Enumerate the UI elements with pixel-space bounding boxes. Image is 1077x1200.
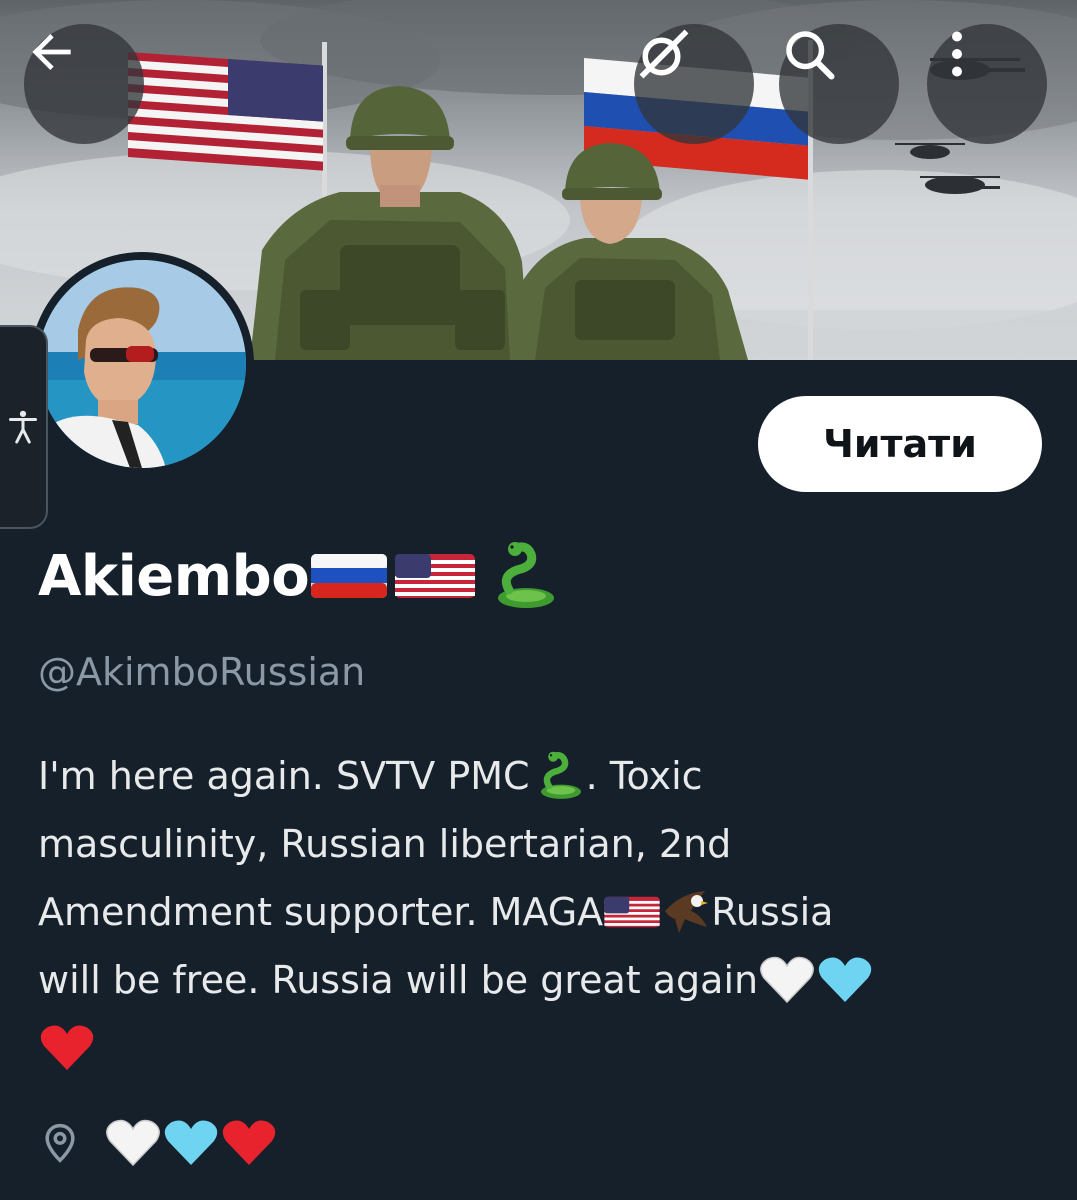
- display-name: Akiembo: [38, 536, 561, 616]
- search-button[interactable]: [779, 24, 899, 144]
- bio-text: will be free. Russia will be great again: [38, 958, 759, 1002]
- search-icon: [786, 31, 835, 80]
- profile-avatar[interactable]: [30, 252, 254, 476]
- location-pin-icon: [45, 1123, 75, 1163]
- arrow-left-icon: [32, 34, 71, 70]
- display-name-text: Akiembo: [38, 543, 310, 609]
- snake-emoji: [498, 542, 555, 608]
- user-handle: @AkimboRussian: [38, 650, 366, 694]
- light-blue-heart-emoji: [818, 957, 872, 1002]
- eagle-emoji: [665, 891, 709, 933]
- profile-location: [38, 1112, 278, 1174]
- bio-line: will be free. Russia will be great again: [38, 946, 1038, 1014]
- bio-line: masculinity, Russian libertarian, 2nd: [38, 810, 1038, 878]
- bio-text: I'm here again. SVTV PMC: [38, 754, 530, 798]
- back-button[interactable]: [24, 24, 144, 144]
- grok-icon: [639, 29, 689, 79]
- more-vertical-icon: [952, 31, 962, 77]
- flag-usa-emoji: [395, 554, 476, 598]
- accessibility-icon: [9, 410, 37, 444]
- bio-text: Amendment supporter. MAGA: [38, 890, 604, 934]
- avatar-photo: [38, 260, 246, 468]
- bio-text: masculinity, Russian libertarian, 2nd: [38, 822, 732, 866]
- bio-text: Russia: [711, 890, 834, 934]
- snake-emoji: [540, 751, 581, 799]
- white-heart-emoji: [106, 1119, 160, 1167]
- grok-button[interactable]: [634, 24, 754, 144]
- bio-line: [38, 1014, 1038, 1082]
- red-heart-emoji: [222, 1120, 276, 1165]
- bio-line: Amendment supporter. MAGA Russia: [38, 878, 1038, 946]
- profile-bio: I'm here again. SVTV PMC . Toxic masculi…: [38, 742, 1038, 1082]
- bio-text: . Toxic: [585, 754, 703, 798]
- flag-russia-emoji: [311, 554, 388, 598]
- red-heart-emoji: [40, 1025, 94, 1070]
- light-blue-heart-emoji: [164, 1120, 218, 1165]
- flag-usa-emoji: [604, 896, 660, 928]
- white-heart-emoji: [760, 956, 815, 1004]
- bio-line: I'm here again. SVTV PMC . Toxic: [38, 742, 1038, 810]
- follow-button[interactable]: Читати: [758, 396, 1042, 492]
- accessibility-tab[interactable]: [0, 325, 48, 529]
- more-options-button[interactable]: [927, 24, 1047, 144]
